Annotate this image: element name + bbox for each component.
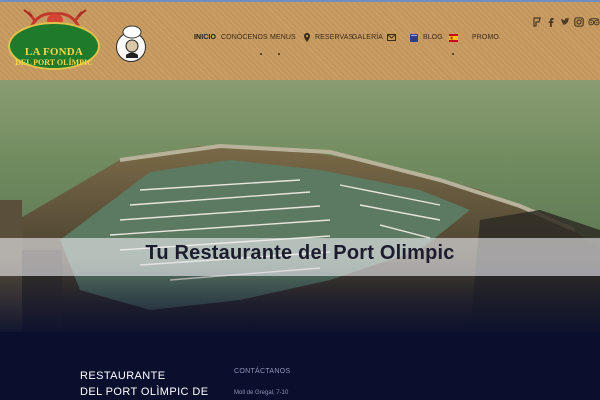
- nav-galeria[interactable]: GALERÍA: [352, 34, 383, 41]
- footer-title-line2: DEL PORT OLÌMPIC DE: [80, 386, 209, 398]
- chef-hat-icon: [122, 25, 142, 58]
- nav-inicio[interactable]: INICIO: [194, 34, 216, 41]
- facebook-icon[interactable]: [546, 17, 556, 27]
- twitter-icon[interactable]: [560, 17, 570, 27]
- footer-title: RESTAURANTE DEL PORT OLÌMPIC DE: [80, 368, 230, 400]
- logo-name-line1: LA FONDA: [24, 46, 84, 58]
- footer-title-line1: RESTAURANTE: [80, 370, 166, 382]
- site-header: LA FONDA DEL PORT OLÍMPIC INICIO CONÓCEN…: [0, 0, 600, 80]
- tripadvisor-icon[interactable]: [588, 17, 600, 27]
- foursquare-icon[interactable]: [532, 17, 542, 27]
- map-pin-icon: [304, 33, 310, 42]
- chef-emblem: [114, 24, 152, 62]
- spain-flag-icon[interactable]: [449, 34, 458, 42]
- nav-blog[interactable]: BLOG: [423, 34, 443, 41]
- restaurant-logo[interactable]: LA FONDA DEL PORT OLÍMPIC: [4, 6, 104, 72]
- nav-conocenos[interactable]: CONÓCENOS: [221, 34, 268, 41]
- hero-banner: Tu Restaurante del Port Olimpic: [0, 80, 600, 332]
- instagram-icon[interactable]: [574, 17, 584, 27]
- nav-reservas[interactable]: RESERVAS: [315, 34, 353, 41]
- submenu-indicator: [260, 53, 262, 55]
- book-icon: [410, 34, 418, 42]
- hero-title: Tu Restaurante del Port Olimpic: [145, 242, 455, 264]
- marina-aerial-image: [0, 80, 600, 332]
- envelope-icon[interactable]: [387, 34, 396, 41]
- submenu-indicator: [452, 53, 454, 55]
- submenu-indicator: [278, 53, 280, 55]
- contact-heading: CONTÁCTANOS: [234, 368, 291, 375]
- site-footer: RESTAURANTE DEL PORT OLÌMPIC DE CONTÁCTA…: [0, 332, 600, 400]
- nav-menus[interactable]: MENUS: [270, 34, 296, 41]
- logo-name-line2: DEL PORT OLÍMPIC: [15, 58, 93, 67]
- nav-promo[interactable]: PROMO: [472, 34, 499, 41]
- contact-address: Moll de Gregal, 7-10: [234, 390, 289, 396]
